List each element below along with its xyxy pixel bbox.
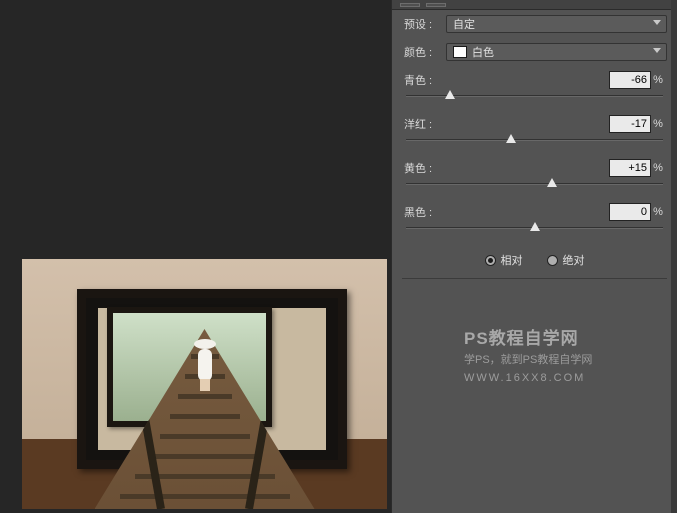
preset-value: 自定 [453,16,475,32]
watermark-url: WWW.16XX8.COM [464,370,667,388]
mode-relative-label: 相对 [501,252,523,268]
mode-absolute-radio[interactable]: 绝对 [547,252,585,268]
radio-icon [547,255,558,266]
color-label: 颜色 : [404,44,440,60]
divider [402,278,667,279]
yellow-input[interactable] [609,159,651,177]
mode-absolute-label: 绝对 [563,252,585,268]
person-figure [194,339,216,389]
color-select[interactable]: 白色 [446,43,667,61]
watermark-title: PS教程自学网 [464,325,667,352]
preset-row: 预设 : 自定 [392,10,677,38]
cyan-input[interactable] [609,71,651,89]
chevron-down-icon [653,48,661,53]
header-swatch-icon [426,3,446,7]
canvas-area [0,0,388,513]
preset-select[interactable]: 自定 [446,15,667,33]
cyan-slider-track[interactable] [406,92,663,106]
cyan-unit: % [651,74,665,86]
magenta-label: 洋红 : [404,116,438,132]
color-swatch-icon [453,46,467,58]
radio-icon [485,255,496,266]
magenta-slider-handle[interactable] [506,134,516,143]
slider-cyan: 青色 : % [392,66,677,106]
magenta-input[interactable] [609,115,651,133]
yellow-slider-handle[interactable] [547,178,557,187]
color-value: 白色 [472,44,494,60]
slider-yellow: 黄色 : % [392,154,677,194]
watermark-sub: 学PS，就到PS教程自学网 [464,352,667,370]
yellow-slider-track[interactable] [406,180,663,194]
cyan-label: 青色 : [404,72,438,88]
scrollbar[interactable] [671,0,677,513]
slider-magenta: 洋红 : % [392,110,677,150]
black-input[interactable] [609,203,651,221]
chevron-down-icon [653,20,661,25]
selective-color-panel: 预设 : 自定 颜色 : 白色 青色 : % 洋红 : [391,0,677,513]
black-unit: % [651,206,665,218]
cyan-slider-handle[interactable] [445,90,455,99]
black-slider-handle[interactable] [530,222,540,231]
black-label: 黑色 : [404,204,438,220]
black-slider-track[interactable] [406,224,663,238]
yellow-unit: % [651,162,665,174]
yellow-label: 黄色 : [404,160,438,176]
mode-relative-radio[interactable]: 相对 [485,252,523,268]
watermark: PS教程自学网 学PS，就到PS教程自学网 WWW.16XX8.COM [464,325,667,387]
magenta-slider-track[interactable] [406,136,663,150]
header-swatch-icon [400,3,420,7]
slider-black: 黑色 : % [392,198,677,238]
color-row: 颜色 : 白色 [392,38,677,66]
preview-image [22,259,387,509]
mode-row: 相对 绝对 [392,242,677,278]
preset-label: 预设 : [404,16,440,32]
magenta-unit: % [651,118,665,130]
panel-header [392,0,677,10]
